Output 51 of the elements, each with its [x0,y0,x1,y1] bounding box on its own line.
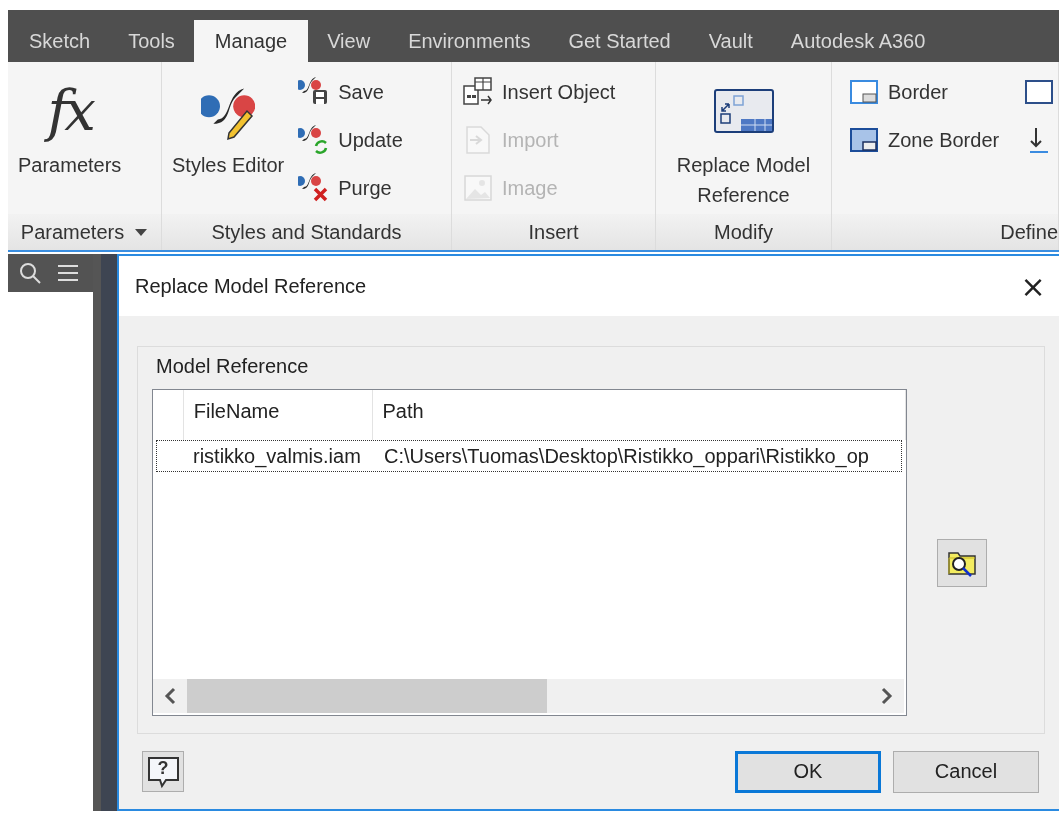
ribbon-tab[interactable]: Environments [389,20,550,62]
panel-footer[interactable]: Insert [452,214,655,250]
help-button[interactable]: ? [142,751,184,792]
dialog-button[interactable]: OK [735,750,881,793]
column-header[interactable]: Path [372,390,906,440]
ribbon-button[interactable]: Purge [298,172,403,204]
speech-bubble-icon [147,756,181,789]
caret-icon [134,227,149,237]
search-icon[interactable] [18,261,42,285]
panel-footer[interactable]: Modify [656,214,831,250]
ribbon-button[interactable]: Save [298,76,403,108]
panel-footer[interactable]: Parameters [8,214,161,250]
panel-footer[interactable]: Styles and Standards [162,214,451,250]
browse-button[interactable] [937,538,987,587]
ribbon-tab[interactable]: Vault [689,20,772,62]
ribbon-button[interactable]: Replace Model Reference [666,72,821,214]
ribbon-button[interactable]: Update [298,124,403,156]
panel-title: Modify [714,220,773,244]
close-button[interactable]: × [1007,260,1059,312]
ribbon-button[interactable]: Zone Border [848,124,1000,156]
dialog-title: Replace Model Reference [135,274,367,298]
panel-title: Insert [528,220,579,244]
panel-footer[interactable]: Define [832,214,1058,250]
dialog-button[interactable]: Cancel [893,750,1039,793]
ribbon-button[interactable]: fx Parameters [18,72,122,214]
ribbon-tab[interactable]: Autodesk A360 [771,20,945,62]
chevron-right-icon [880,687,894,705]
ribbon-button[interactable]: Border [848,76,1000,108]
ribbon-button[interactable]: Insert Object [462,76,616,108]
insert-object-icon [462,76,494,108]
ribbon-button[interactable]: Styles Editor [172,72,285,214]
column-header[interactable]: FileName [183,390,373,440]
image-icon [462,172,494,204]
down-arrow-icon [1030,127,1049,153]
panel-title: Define [1000,220,1058,244]
panel-title: Parameters [20,220,125,244]
ribbon-tab[interactable]: View [308,20,390,62]
scrollbar-thumb[interactable] [187,679,547,713]
table-cell-text: ristikko_valmis.iam [192,444,362,468]
panel-title: Styles and Standards [211,220,402,244]
chevron-left-icon [163,687,177,705]
frame-icon [1025,80,1054,104]
table-cell-text: C:\Users\Tuomas\Desktop\Ristikko_oppari\Ristikko_op [383,444,869,468]
ribbon-tab[interactable]: Sketch [10,20,110,62]
model-window-icon [712,88,775,134]
ribbon-tab[interactable]: Get Started [549,20,690,62]
ribbon-tab[interactable]: Manage [193,20,309,62]
ribbon-tab[interactable]: Tools [109,20,194,62]
table-row[interactable]: ristikko_valmis.iam C:\Users\Tuomas\Desktop\Ristikko_oppari\Ristikko_op [156,440,902,472]
horizontal-scrollbar[interactable] [153,679,904,713]
group-label: Model Reference [156,355,310,379]
